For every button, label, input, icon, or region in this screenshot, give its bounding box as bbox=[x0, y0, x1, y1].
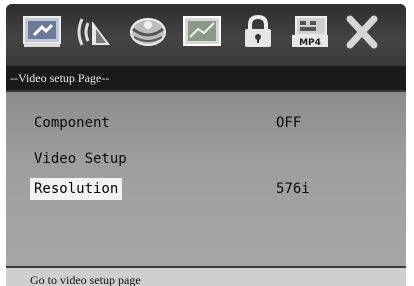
menu-item-value: OFF bbox=[276, 115, 302, 131]
osd-screen: MP4 --Video setup Page-- Component OFF V… bbox=[6, 4, 406, 286]
exit-icon[interactable] bbox=[340, 12, 384, 52]
menu-item-value: 576i bbox=[276, 181, 310, 197]
setup-icon-bar: MP4 bbox=[6, 4, 406, 64]
menu-item-label: Component bbox=[34, 115, 110, 131]
lock-icon[interactable] bbox=[236, 12, 280, 52]
menu-item-label: Video Setup bbox=[34, 151, 127, 167]
video-setup-icon[interactable] bbox=[180, 12, 224, 52]
audio-setup-icon[interactable] bbox=[72, 12, 116, 52]
svg-text:MP4: MP4 bbox=[299, 38, 321, 48]
page-title: --Video setup Page-- bbox=[6, 66, 406, 90]
general-setup-icon[interactable] bbox=[20, 12, 64, 52]
menu-item-label: Resolution bbox=[30, 178, 123, 200]
help-hint: Go to video setup page bbox=[6, 268, 406, 286]
dolby-setup-icon[interactable] bbox=[126, 12, 170, 52]
settings-panel: Component OFF Video Setup Resolution 576… bbox=[6, 92, 406, 266]
mp4-setup-icon[interactable]: MP4 bbox=[288, 12, 332, 52]
